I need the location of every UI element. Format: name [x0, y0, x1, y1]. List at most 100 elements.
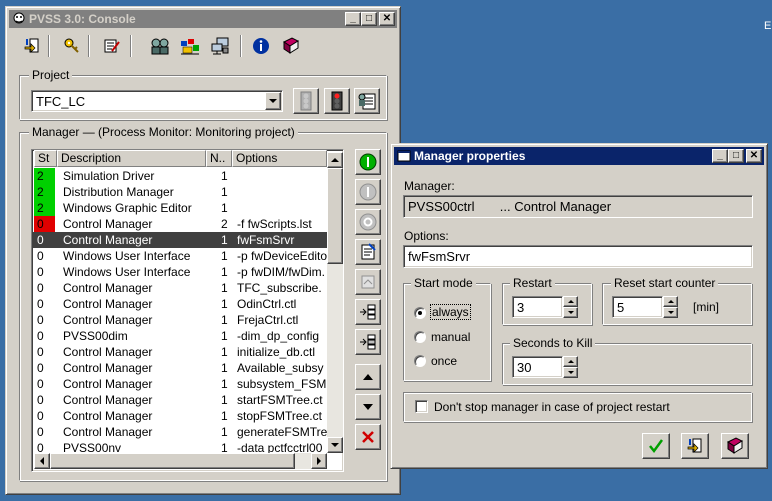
table-row[interactable]: 0 Control Manager 1 fwFsmSrvr — [32, 232, 327, 248]
vertical-scrollbar[interactable] — [327, 152, 343, 453]
column-header-description[interactable]: Description — [57, 150, 206, 167]
help-button[interactable] — [721, 433, 749, 459]
edit-button[interactable] — [100, 35, 124, 57]
pvss-logo-icon — [13, 12, 25, 24]
manager-properties-button[interactable] — [355, 239, 381, 265]
table-row[interactable]: 0 Control Manager 1 OdinCtrl.ctl — [32, 296, 327, 312]
dont-stop-checkbox[interactable] — [415, 400, 428, 413]
table-row[interactable]: 0 PVSS00dim 1 -dim_dp_config — [32, 328, 327, 344]
move-up-button[interactable] — [355, 364, 381, 390]
chevron-down-icon — [331, 443, 339, 447]
start-mode-manual-radio[interactable] — [414, 331, 426, 343]
project-admin-button[interactable] — [354, 88, 380, 114]
manager-field-value: PVSS00ctrl ... Control Manager — [408, 199, 612, 214]
table-row[interactable]: 0 Control Manager 1 stopFSMTree.ct — [32, 408, 327, 424]
insert-manager-button[interactable] — [355, 329, 381, 355]
maximize-button[interactable]: □ — [728, 149, 744, 163]
table-row[interactable]: 0 Windows User Interface 1 -p fwDIM/fwDim. — [32, 264, 327, 280]
table-row[interactable]: 2 Simulation Driver 1 — [32, 168, 327, 184]
options-cell: -f fwScripts.lst — [237, 217, 312, 231]
dont-stop-label[interactable]: Don't stop manager in case of project re… — [434, 400, 670, 414]
minimize-button[interactable]: _ — [712, 149, 728, 163]
stop-project-button[interactable] — [293, 88, 319, 114]
restart-manager-button[interactable] — [355, 179, 381, 205]
restart-decrement-button[interactable] — [563, 307, 578, 318]
console-titlebar[interactable]: PVSS 3.0: Console _ □ ✕ — [9, 10, 397, 28]
reset-counter-increment-button[interactable] — [663, 296, 678, 307]
description-cell: Control Manager — [63, 233, 153, 247]
restart-spinner[interactable]: 3 — [512, 296, 578, 318]
seconds-to-kill-increment-button[interactable] — [563, 356, 578, 367]
chevron-down-icon — [567, 371, 574, 374]
start-manager-button[interactable] — [355, 149, 381, 175]
table-row[interactable]: 0 Windows User Interface 1 -p fwDeviceEdito — [32, 248, 327, 264]
start-project-button[interactable] — [324, 88, 350, 114]
help-button[interactable] — [279, 35, 303, 57]
count-cell: 1 — [221, 313, 228, 327]
project-select[interactable]: TFC_LC — [31, 90, 283, 112]
table-row[interactable]: 0 Control Manager 1 FrejaCtrl.ctl — [32, 312, 327, 328]
chevron-right-icon — [317, 457, 321, 465]
horizontal-scrollbar[interactable] — [34, 453, 327, 469]
column-header-st[interactable]: St — [34, 150, 57, 167]
options-input[interactable]: fwFsmSrvr — [403, 245, 753, 268]
table-row[interactable]: 0 Control Manager 2 -f fwScripts.lst — [32, 216, 327, 232]
reset-counter-decrement-button[interactable] — [663, 307, 678, 318]
properties-titlebar[interactable]: Manager properties _ □ ✕ — [394, 147, 764, 165]
scroll-thumb[interactable] — [327, 168, 343, 264]
options-cell: generateFSMTre — [237, 425, 327, 439]
table-row[interactable]: 0 Control Manager 1 TFC_subscribe. — [32, 280, 327, 296]
scroll-up-button[interactable] — [327, 152, 343, 168]
column-header-options[interactable]: Options — [232, 150, 327, 167]
table-row[interactable]: 2 Distribution Manager 1 — [32, 184, 327, 200]
restart-input[interactable]: 3 — [512, 296, 563, 318]
move-down-button[interactable] — [355, 394, 381, 420]
scroll-right-button[interactable] — [311, 453, 327, 469]
horizontal-scroll-thumb[interactable] — [50, 453, 295, 469]
status-cell: 0 — [37, 361, 44, 375]
cancel-button[interactable] — [681, 433, 709, 459]
append-manager-button[interactable] — [355, 299, 381, 325]
restart-input-value: 3 — [517, 300, 525, 315]
minimize-button[interactable]: _ — [345, 12, 361, 26]
close-button[interactable]: ✕ — [379, 12, 395, 26]
stop-manager-button[interactable] — [355, 209, 381, 235]
scroll-down-button[interactable] — [327, 437, 343, 453]
table-row[interactable]: 0 Control Manager 1 subsystem_FSM — [32, 376, 327, 392]
chevron-down-icon — [269, 99, 277, 103]
table-row[interactable]: 0 Control Manager 1 initialize_db.ctl — [32, 344, 327, 360]
scroll-left-button[interactable] — [34, 453, 50, 469]
seconds-to-kill-input[interactable]: 30 — [512, 356, 563, 378]
delete-manager-button[interactable] — [355, 424, 381, 450]
start-mode-always-label[interactable]: always — [430, 304, 471, 320]
close-button[interactable]: ✕ — [746, 149, 762, 163]
seconds-to-kill-spinner[interactable]: 30 — [512, 356, 578, 378]
users-button[interactable] — [148, 35, 172, 57]
key-button[interactable] — [60, 35, 84, 57]
info-button[interactable] — [249, 35, 273, 57]
manager-list[interactable]: St Description N.. Options 2 Simulation D… — [31, 149, 344, 472]
manager-group-title: Manager — (Process Monitor: Monitoring p… — [29, 125, 298, 139]
restart-disabled-icon — [359, 183, 377, 201]
status-cell: 0 — [37, 265, 44, 279]
start-mode-always-radio[interactable] — [414, 307, 426, 319]
exit-button[interactable] — [20, 35, 44, 57]
table-row[interactable]: 0 Control Manager 1 startFSMTree.ct — [32, 392, 327, 408]
column-header-num[interactable]: N.. — [206, 150, 232, 167]
table-row[interactable]: 0 Control Manager 1 Available_subsy — [32, 360, 327, 376]
network-button[interactable] — [208, 35, 232, 57]
manager-debug-button[interactable] — [355, 269, 381, 295]
ok-button[interactable] — [642, 433, 670, 459]
seconds-to-kill-decrement-button[interactable] — [563, 367, 578, 378]
table-row[interactable]: 0 Control Manager 1 generateFSMTre — [32, 424, 327, 440]
start-mode-manual-label[interactable]: manual — [431, 330, 470, 344]
project-dropdown-button[interactable] — [265, 92, 281, 110]
gedi-button[interactable] — [178, 35, 202, 57]
start-mode-once-label[interactable]: once — [431, 354, 457, 368]
table-row[interactable]: 2 Windows Graphic Editor 1 — [32, 200, 327, 216]
restart-increment-button[interactable] — [563, 296, 578, 307]
start-mode-once-radio[interactable] — [414, 355, 426, 367]
maximize-button[interactable]: □ — [361, 12, 377, 26]
reset-counter-spinner[interactable]: 5 — [612, 296, 678, 318]
reset-counter-input[interactable]: 5 — [612, 296, 663, 318]
